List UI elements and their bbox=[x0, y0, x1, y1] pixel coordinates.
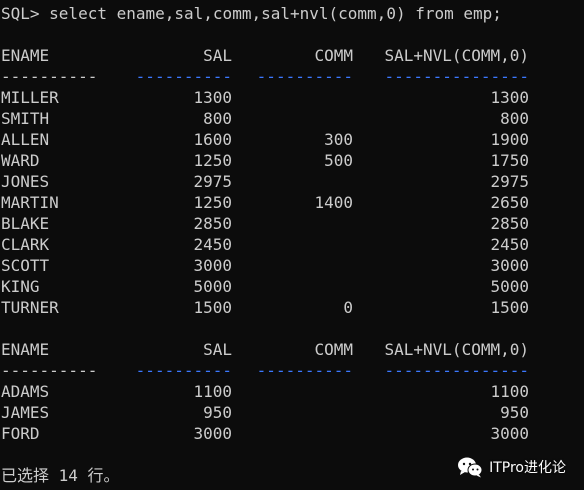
cell-sal: 1500 bbox=[193, 298, 232, 317]
table-row: CLARK 2450 2450 bbox=[1, 234, 584, 255]
column-header-row: ENAME SAL COMM SAL+NVL(COMM,0) bbox=[1, 45, 584, 66]
result-block-2: ADAMS 1100 1100 JAMES 950 950 FORD 3000 3000 bbox=[1, 381, 584, 444]
cell-total: 2450 bbox=[490, 235, 529, 254]
cell-comm bbox=[232, 381, 353, 402]
header-comm: COMM bbox=[314, 340, 353, 359]
cell-total: 2850 bbox=[490, 214, 529, 233]
cell-sal: 1600 bbox=[193, 130, 232, 149]
cell-total: 800 bbox=[500, 109, 529, 128]
sql-command-line: SQL> select ename,sal,comm,sal+nvl(comm,… bbox=[1, 4, 502, 23]
cell-ename: FORD bbox=[1, 424, 40, 443]
cell-ename: SMITH bbox=[1, 109, 50, 128]
header-total: SAL+NVL(COMM,0) bbox=[384, 46, 530, 65]
table-row: JAMES 950 950 bbox=[1, 402, 584, 423]
cell-sal: 5000 bbox=[193, 277, 232, 296]
cell-ename: SCOTT bbox=[1, 256, 50, 275]
cell-sal: 1250 bbox=[193, 193, 232, 212]
table-row: MILLER 1300 1300 bbox=[1, 87, 584, 108]
cell-comm: 1400 bbox=[314, 193, 353, 212]
separator-col2: ---------- bbox=[135, 361, 232, 380]
cell-sal: 1300 bbox=[193, 88, 232, 107]
cell-sal: 3000 bbox=[193, 256, 232, 275]
separator-col3: ---------- bbox=[256, 361, 353, 380]
cell-sal: 2850 bbox=[193, 214, 232, 233]
cell-total: 1300 bbox=[490, 88, 529, 107]
separator-col4: --------------- bbox=[384, 361, 530, 380]
cell-total: 5000 bbox=[490, 277, 529, 296]
table-row: TURNER 1500 0 1500 bbox=[1, 297, 584, 318]
separator-col1: ---------- bbox=[1, 361, 98, 380]
cell-total: 2650 bbox=[490, 193, 529, 212]
header-ename: ENAME bbox=[1, 340, 50, 359]
table-row: ALLEN 1600 300 1900 bbox=[1, 129, 584, 150]
separator-row: ---------- ---------- ---------- -------… bbox=[1, 66, 584, 87]
cell-ename: MARTIN bbox=[1, 193, 59, 212]
cell-comm bbox=[232, 108, 353, 129]
cell-ename: CLARK bbox=[1, 235, 50, 254]
cell-comm: 500 bbox=[324, 151, 353, 170]
header-ename: ENAME bbox=[1, 46, 50, 65]
header-sal: SAL bbox=[203, 46, 232, 65]
cell-comm bbox=[232, 213, 353, 234]
header-comm: COMM bbox=[314, 46, 353, 65]
table-row: SCOTT 3000 3000 bbox=[1, 255, 584, 276]
cell-ename: KING bbox=[1, 277, 40, 296]
cell-ename: ALLEN bbox=[1, 130, 50, 149]
cell-total: 1750 bbox=[490, 151, 529, 170]
cell-sal: 3000 bbox=[193, 424, 232, 443]
cell-total: 1900 bbox=[490, 130, 529, 149]
cell-total: 3000 bbox=[490, 256, 529, 275]
result-block-1: MILLER 1300 1300 SMITH 800 800 ALLEN 1600 300 190… bbox=[1, 87, 584, 318]
cell-comm bbox=[232, 402, 353, 423]
cell-sal: 2450 bbox=[193, 235, 232, 254]
cell-total: 950 bbox=[500, 403, 529, 422]
cell-ename: WARD bbox=[1, 151, 40, 170]
cell-comm bbox=[232, 276, 353, 297]
table-row: SMITH 800 800 bbox=[1, 108, 584, 129]
cell-comm: 0 bbox=[343, 298, 353, 317]
cell-comm bbox=[232, 255, 353, 276]
table-row: FORD 3000 3000 bbox=[1, 423, 584, 444]
cell-comm bbox=[232, 423, 353, 444]
cell-ename: TURNER bbox=[1, 298, 59, 317]
table-row: MARTIN 1250 1400 2650 bbox=[1, 192, 584, 213]
cell-comm: 300 bbox=[324, 130, 353, 149]
watermark: ITPro进化论 bbox=[457, 456, 566, 478]
cell-ename: BLAKE bbox=[1, 214, 50, 233]
table-row: ADAMS 1100 1100 bbox=[1, 381, 584, 402]
cell-sal: 950 bbox=[203, 403, 232, 422]
table-row: BLAKE 2850 2850 bbox=[1, 213, 584, 234]
cell-ename: JONES bbox=[1, 172, 50, 191]
cell-comm bbox=[232, 171, 353, 192]
table-row: JONES 2975 2975 bbox=[1, 171, 584, 192]
separator-col1: ---------- bbox=[1, 67, 98, 86]
cell-ename: MILLER bbox=[1, 88, 59, 107]
cell-sal: 1100 bbox=[193, 382, 232, 401]
cell-sal: 800 bbox=[203, 109, 232, 128]
cell-comm bbox=[232, 87, 353, 108]
table-row: WARD 1250 500 1750 bbox=[1, 150, 584, 171]
separator-col3: ---------- bbox=[256, 67, 353, 86]
separator-col4: --------------- bbox=[384, 67, 530, 86]
column-header-row: ENAME SAL COMM SAL+NVL(COMM,0) bbox=[1, 339, 584, 360]
cell-ename: JAMES bbox=[1, 403, 50, 422]
cell-total: 1500 bbox=[490, 298, 529, 317]
cell-total: 1100 bbox=[490, 382, 529, 401]
separator-row: ---------- ---------- ---------- -------… bbox=[1, 360, 584, 381]
cell-total: 3000 bbox=[490, 424, 529, 443]
cell-total: 2975 bbox=[490, 172, 529, 191]
terminal-window[interactable]: SQL> select ename,sal,comm,sal+nvl(comm,… bbox=[1, 3, 584, 486]
cell-ename: ADAMS bbox=[1, 382, 50, 401]
cell-sal: 1250 bbox=[193, 151, 232, 170]
cell-sal: 2975 bbox=[193, 172, 232, 191]
table-row: KING 5000 5000 bbox=[1, 276, 584, 297]
cell-comm bbox=[232, 234, 353, 255]
header-sal: SAL bbox=[203, 340, 232, 359]
wechat-icon bbox=[458, 457, 483, 478]
header-total: SAL+NVL(COMM,0) bbox=[384, 340, 530, 359]
separator-col2: ---------- bbox=[135, 67, 232, 86]
watermark-text: ITPro进化论 bbox=[489, 460, 566, 476]
